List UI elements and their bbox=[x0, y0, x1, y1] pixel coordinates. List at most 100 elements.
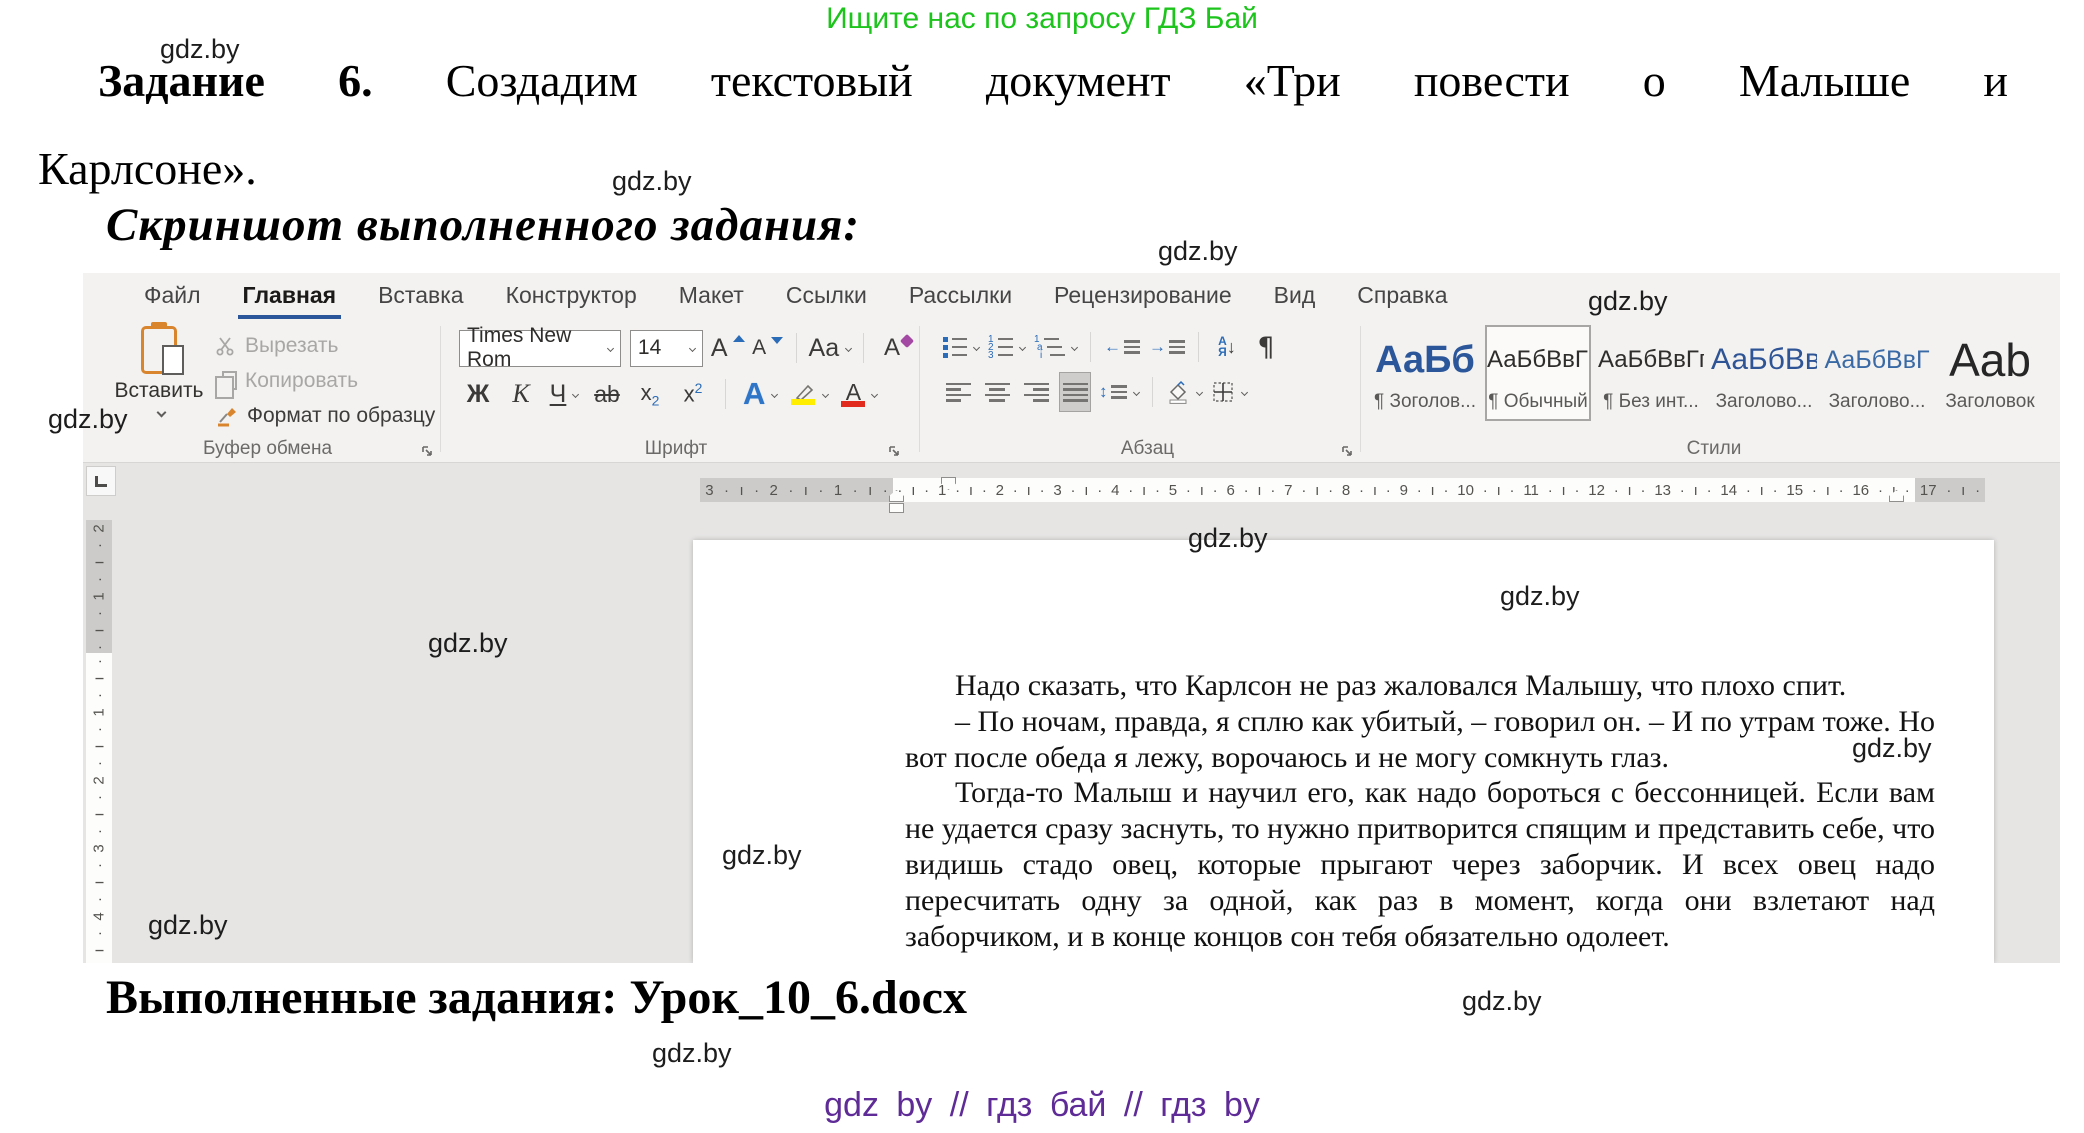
dialog-launcher-icon[interactable] bbox=[887, 444, 901, 458]
ruler-tick: 2 bbox=[996, 482, 1004, 499]
ruler-tick: ı bbox=[90, 948, 107, 952]
ruler-tick: · bbox=[1641, 482, 1646, 499]
text-effects-button[interactable]: A bbox=[743, 375, 777, 413]
font-group: Times New Rom 14 A A Aa A bbox=[445, 320, 907, 463]
sort-icon: АЯ ↓ bbox=[1218, 336, 1236, 358]
justify-icon bbox=[1063, 380, 1088, 405]
format-painter-button[interactable]: Формат по образцу bbox=[215, 398, 435, 433]
italic-button[interactable]: К bbox=[506, 375, 536, 413]
left-indent-marker[interactable] bbox=[889, 503, 904, 513]
grow-font-glyph: A bbox=[711, 334, 728, 363]
ruler-tick: 10 bbox=[1457, 482, 1474, 499]
ruler-tick: · bbox=[1417, 482, 1422, 499]
ribbon-tab[interactable]: Рецензирование bbox=[1033, 273, 1253, 320]
document-paragraph: Тогда-то Малыш и научил его, как надо бо… bbox=[905, 775, 1935, 954]
borders-button[interactable] bbox=[1211, 373, 1247, 411]
style-card[interactable]: АП bbox=[2050, 325, 2060, 421]
tab-selector[interactable] bbox=[86, 466, 116, 496]
ribbon-tab[interactable]: Справка bbox=[1336, 273, 1468, 320]
ruler-tick: ı bbox=[1431, 482, 1435, 499]
promo-banner: Ищите нас по запросу ГДЗ Бай bbox=[0, 2, 2084, 36]
document-page[interactable]: Надо сказать, что Карлсон не раз жаловал… bbox=[693, 540, 1994, 963]
ruler-tick: · bbox=[1244, 482, 1249, 499]
ruler-tick: · bbox=[91, 795, 108, 800]
font-size-combo[interactable]: 14 bbox=[630, 330, 703, 367]
dialog-launcher-icon[interactable] bbox=[420, 444, 434, 458]
increase-indent-button[interactable]: → bbox=[1149, 328, 1185, 366]
font-group-label: Шрифт bbox=[445, 438, 907, 460]
font-family-combo[interactable]: Times New Rom bbox=[459, 330, 621, 367]
paragraph-group-label: Абзац bbox=[935, 438, 1360, 460]
font-color-button[interactable]: A bbox=[841, 375, 877, 413]
pilcrow-icon: ¶ bbox=[1257, 332, 1274, 363]
style-preview: АаБбВв bbox=[1711, 331, 1817, 389]
group-separator bbox=[440, 326, 441, 452]
cut-label: Вырезать bbox=[245, 334, 338, 358]
ruler-tick: ı bbox=[90, 560, 107, 564]
multilevel-list-button[interactable]: 1аi bbox=[1034, 328, 1077, 366]
ribbon-tab[interactable]: Конструктор bbox=[485, 273, 658, 320]
copy-button[interactable]: Копировать bbox=[215, 363, 435, 398]
ruler-tick: ı bbox=[1562, 482, 1566, 499]
align-center-button[interactable] bbox=[982, 373, 1012, 411]
chevron-down-icon bbox=[1240, 388, 1247, 395]
shrink-font-button[interactable]: A bbox=[753, 329, 783, 367]
align-left-button[interactable] bbox=[943, 373, 973, 411]
outdent-arrow-icon: ← bbox=[1104, 337, 1121, 357]
ribbon-tab[interactable]: Главная bbox=[222, 273, 358, 320]
style-card[interactable]: АаБбВвГЗаголово... bbox=[1824, 325, 1930, 421]
change-case-button[interactable]: Aa bbox=[810, 329, 850, 367]
strikethrough-button[interactable]: ab bbox=[592, 375, 622, 413]
clear-formatting-button[interactable]: A bbox=[877, 329, 907, 367]
ruler-tick: · bbox=[1443, 482, 1448, 499]
ribbon-tab[interactable]: Рассылки bbox=[888, 273, 1033, 320]
ribbon-tab[interactable]: Вставка bbox=[357, 273, 485, 320]
decrease-indent-button[interactable]: ← bbox=[1104, 328, 1140, 366]
underline-button[interactable]: Ч bbox=[549, 375, 579, 413]
grow-font-button[interactable]: A bbox=[712, 329, 744, 367]
ribbon-tab[interactable]: Макет bbox=[658, 273, 765, 320]
ruler-tick: 8 bbox=[1342, 482, 1350, 499]
ribbon-tab[interactable]: Вид bbox=[1253, 273, 1337, 320]
sort-button[interactable]: АЯ ↓ bbox=[1212, 328, 1242, 366]
style-card[interactable]: AabЗаголовок bbox=[1937, 325, 2043, 421]
style-card[interactable]: АаБбВвГг,¶ Обычный bbox=[1485, 325, 1591, 421]
ruler-tick: · bbox=[788, 482, 793, 499]
paint-bucket-icon bbox=[1166, 380, 1190, 404]
task-paragraph: Задание 6. Создадим текстовый документ «… bbox=[38, 54, 2008, 202]
superscript-button[interactable]: x2 bbox=[678, 375, 708, 413]
ruler-tick: · bbox=[1839, 482, 1844, 499]
chevron-down-icon bbox=[973, 343, 980, 350]
style-card[interactable]: АаБбВвГг,¶ Без инт... bbox=[1598, 325, 1704, 421]
divider bbox=[725, 379, 726, 409]
line-spacing-button[interactable]: ↕ bbox=[1099, 373, 1139, 411]
align-right-button[interactable] bbox=[1021, 373, 1051, 411]
ruler-tick: · bbox=[1946, 482, 1951, 499]
justify-button[interactable] bbox=[1060, 373, 1090, 411]
ruler-tick: · bbox=[91, 611, 108, 616]
ribbon-tab[interactable]: Ссылки bbox=[765, 273, 888, 320]
style-card[interactable]: АаБб¶ Зоголов... bbox=[1372, 325, 1478, 421]
ruler-tick: · bbox=[1040, 482, 1045, 499]
cut-button[interactable]: Вырезать bbox=[215, 328, 435, 363]
bullets-button[interactable] bbox=[943, 328, 979, 366]
dialog-launcher-icon[interactable] bbox=[1340, 444, 1354, 458]
style-card[interactable]: АаБбВвЗаголово... bbox=[1711, 325, 1817, 421]
style-label: ¶ Без инт... bbox=[1598, 391, 1704, 413]
ruler-tick: · bbox=[1905, 482, 1910, 499]
task-line-1: Задание 6. Создадим текстовый документ «… bbox=[38, 54, 2008, 142]
bold-button[interactable]: Ж bbox=[463, 375, 493, 413]
shading-button[interactable] bbox=[1166, 373, 1202, 411]
ruler-tick: · bbox=[1270, 482, 1275, 499]
subscript-button[interactable]: x2 bbox=[635, 375, 665, 413]
result-title: Выполненные задания: Урок_10_6.docx bbox=[106, 970, 967, 1025]
ruler-tick: · bbox=[818, 482, 823, 499]
ribbon-tab[interactable]: Файл bbox=[123, 273, 222, 320]
chevron-down-icon bbox=[871, 390, 878, 397]
vertical-ruler[interactable]: 2·ı·1·ı· ·ı·1·ı·2·ı·3·ı·4·ı·5·ı· bbox=[86, 520, 112, 963]
numbering-button[interactable]: 123 bbox=[988, 328, 1025, 366]
highlight-button[interactable] bbox=[790, 375, 828, 413]
font-family-value: Times New Rom bbox=[467, 324, 604, 372]
ruler-margin-top: 2·ı·1·ı· bbox=[86, 520, 112, 653]
show-marks-button[interactable]: ¶ bbox=[1251, 328, 1281, 366]
